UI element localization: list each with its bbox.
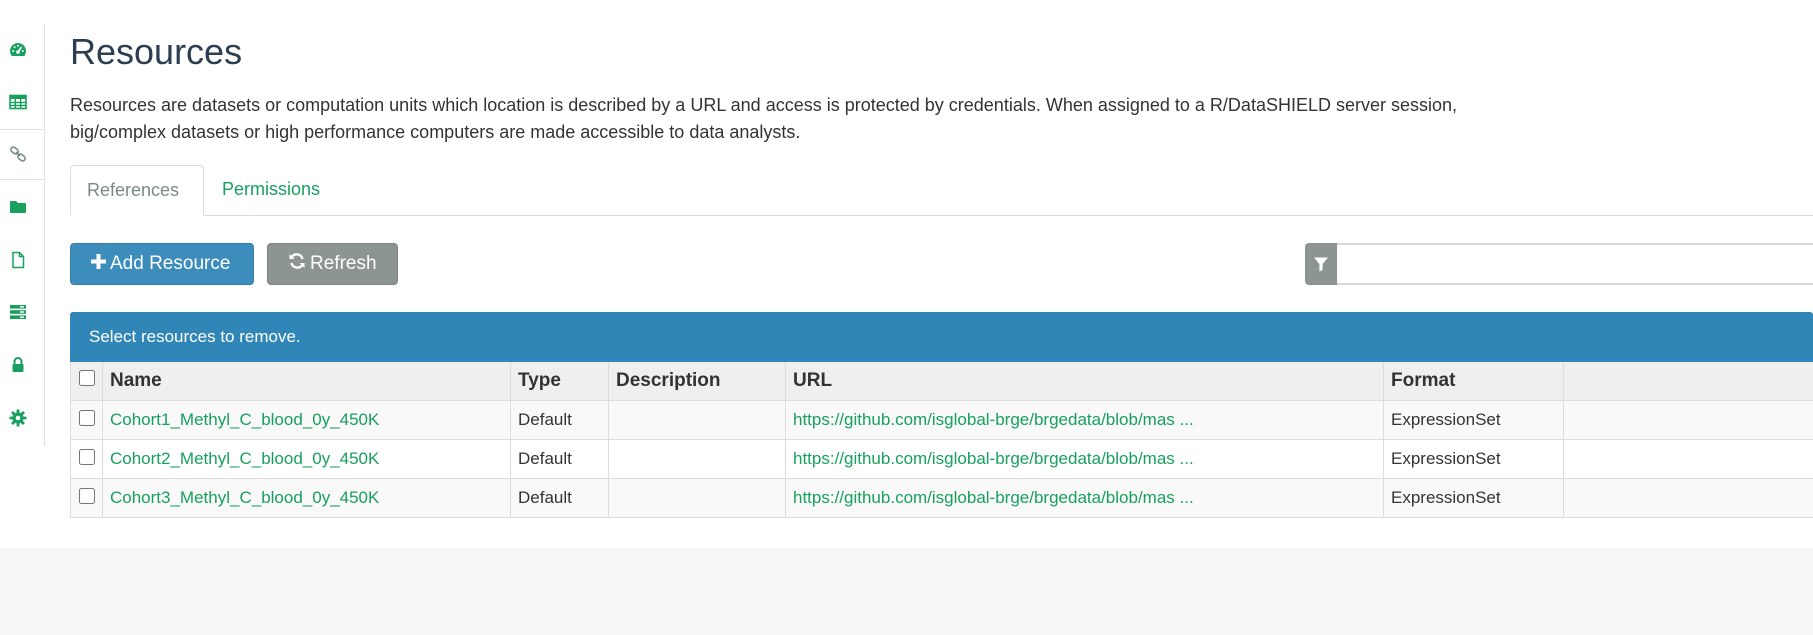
gear-icon[interactable] <box>6 406 30 430</box>
tab-bar: References Permissions <box>70 165 1813 216</box>
plus-icon <box>91 253 106 275</box>
dashboard-icon[interactable] <box>6 38 30 62</box>
resources-table: Name Type Description URL Format Cohort1… <box>70 362 1813 518</box>
resource-format-cell: ExpressionSet <box>1383 478 1564 518</box>
resource-url-cell: https://github.com/isglobal-brge/brgedat… <box>785 478 1384 518</box>
sidebar <box>0 24 45 446</box>
row-checkbox[interactable] <box>78 448 95 465</box>
resource-url-link[interactable]: https://github.com/isglobal-brge/brgedat… <box>793 410 1194 429</box>
page-description-line-2: big/complex datasets or high performance… <box>70 122 801 142</box>
table-banner: Select resources to remove. <box>70 312 1813 362</box>
column-header-description[interactable]: Description <box>608 362 786 401</box>
column-header-extra <box>1563 362 1813 401</box>
column-header-name[interactable]: Name <box>102 362 511 401</box>
server-icon[interactable] <box>6 300 30 324</box>
row-checkbox[interactable] <box>78 409 95 426</box>
resource-type-cell: Default <box>510 478 609 518</box>
column-header-format[interactable]: Format <box>1383 362 1564 401</box>
select-all-cell <box>70 362 103 401</box>
add-resource-label: Add Resource <box>110 253 231 274</box>
resources-table-panel: Select resources to remove. Name Type De… <box>70 312 1813 518</box>
table-row: Cohort2_Methyl_C_blood_0y_450K Default h… <box>70 439 1813 479</box>
row-select-cell <box>70 478 103 518</box>
refresh-button[interactable]: Refresh <box>267 243 398 285</box>
filter-group <box>1305 243 1813 285</box>
resource-url-link[interactable]: https://github.com/isglobal-brge/brgedat… <box>793 488 1194 507</box>
add-resource-button[interactable]: Add Resource <box>70 243 254 285</box>
table-icon[interactable] <box>6 90 30 114</box>
resource-description-cell <box>608 478 786 518</box>
resource-description-cell <box>608 400 786 440</box>
resource-type-cell: Default <box>510 439 609 479</box>
filter-icon <box>1305 243 1337 285</box>
refresh-label: Refresh <box>310 253 377 274</box>
lock-icon[interactable] <box>6 353 30 377</box>
column-header-url[interactable]: URL <box>785 362 1384 401</box>
resource-extra-cell <box>1563 439 1813 479</box>
resource-url-cell: https://github.com/isglobal-brge/brgedat… <box>785 400 1384 440</box>
row-select-cell <box>70 400 103 440</box>
footer-band <box>0 548 1813 635</box>
resource-name-link[interactable]: Cohort1_Methyl_C_blood_0y_450K <box>110 410 379 429</box>
table-header-row: Name Type Description URL Format <box>70 362 1813 401</box>
page-title: Resources <box>70 31 243 72</box>
resource-format-cell: ExpressionSet <box>1383 439 1564 479</box>
resource-description-cell <box>608 439 786 479</box>
tab-references[interactable]: References <box>70 165 204 216</box>
resource-name-cell: Cohort3_Methyl_C_blood_0y_450K <box>102 478 511 518</box>
page-description-line-1: Resources are datasets or computation un… <box>70 95 1458 115</box>
file-icon[interactable] <box>6 248 30 272</box>
resource-url-link[interactable]: https://github.com/isglobal-brge/brgedat… <box>793 449 1194 468</box>
resource-name-link[interactable]: Cohort3_Methyl_C_blood_0y_450K <box>110 488 379 507</box>
resource-format-cell: ExpressionSet <box>1383 400 1564 440</box>
resource-type-cell: Default <box>510 400 609 440</box>
column-header-type[interactable]: Type <box>510 362 609 401</box>
row-select-cell <box>70 439 103 479</box>
resource-extra-cell <box>1563 400 1813 440</box>
resource-name-cell: Cohort1_Methyl_C_blood_0y_450K <box>102 400 511 440</box>
resource-url-cell: https://github.com/isglobal-brge/brgedat… <box>785 439 1384 479</box>
folder-icon[interactable] <box>6 195 30 219</box>
resource-extra-cell <box>1563 478 1813 518</box>
table-row: Cohort3_Methyl_C_blood_0y_450K Default h… <box>70 478 1813 518</box>
refresh-icon <box>288 252 306 276</box>
table-row: Cohort1_Methyl_C_blood_0y_450K Default h… <box>70 400 1813 440</box>
row-checkbox[interactable] <box>78 487 95 504</box>
filter-input[interactable] <box>1337 243 1813 285</box>
page-description: Resources are datasets or computation un… <box>70 92 1810 146</box>
select-all-checkbox[interactable] <box>78 370 95 386</box>
link-icon[interactable] <box>6 142 30 166</box>
tab-permissions[interactable]: Permissions <box>205 165 320 214</box>
resource-name-link[interactable]: Cohort2_Methyl_C_blood_0y_450K <box>110 449 379 468</box>
resource-name-cell: Cohort2_Methyl_C_blood_0y_450K <box>102 439 511 479</box>
